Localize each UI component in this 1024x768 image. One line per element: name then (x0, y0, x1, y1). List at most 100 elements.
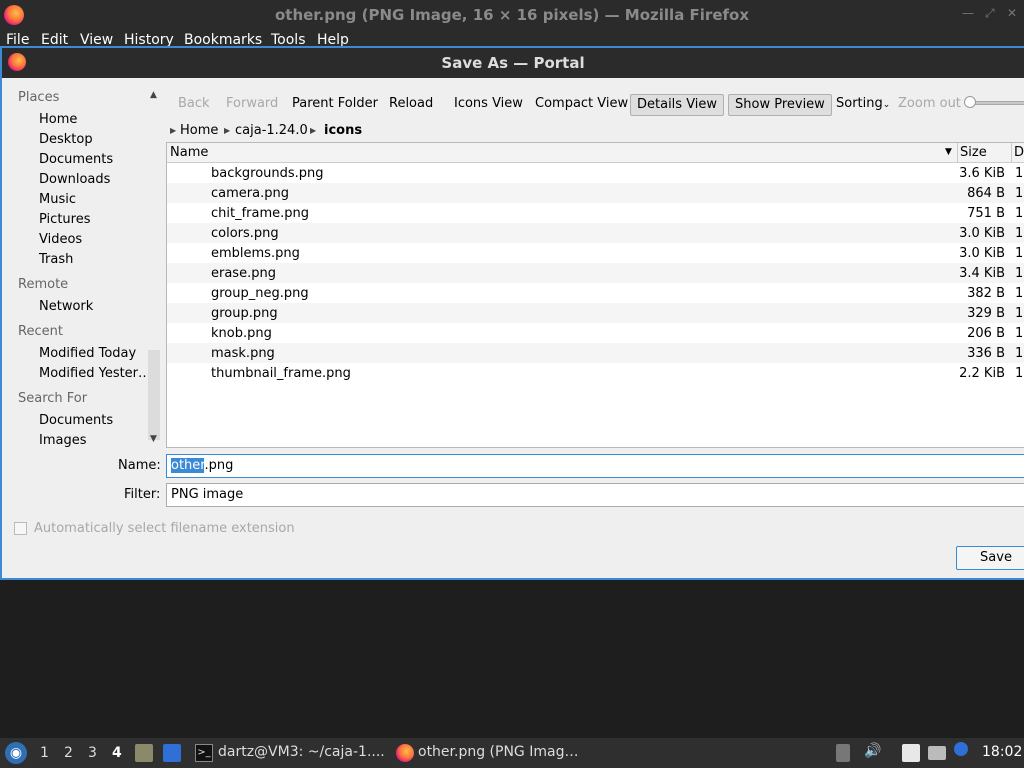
task-terminal[interactable]: dartz@VM3: ~/caja-1.... (218, 744, 385, 760)
file-size: 206 B (967, 326, 1005, 341)
file-size: 2.2 KiB (959, 366, 1005, 381)
scrollbar-thumb[interactable] (148, 350, 160, 440)
details-view-button[interactable]: Details View (630, 94, 725, 116)
file-date: 11 (1015, 166, 1024, 181)
file-row[interactable]: group_neg.png 382 B 11 (167, 283, 1024, 303)
filter-select[interactable]: PNG image (166, 483, 1024, 507)
scroll-up-icon[interactable]: ▲ (150, 90, 157, 100)
icons-view-button[interactable]: Icons View (448, 94, 529, 116)
window-title: other.png (PNG Image, 16 × 16 pixels) — … (274, 6, 750, 24)
firefox-titlebar: other.png (PNG Image, 16 × 16 pixels) — … (0, 0, 1024, 30)
file-row[interactable]: erase.png 3.4 KiB 11 (167, 263, 1024, 283)
file-date: 11 (1015, 286, 1024, 301)
compact-view-button[interactable]: Compact View (529, 94, 634, 116)
sidebar-item-search-documents[interactable]: Documents (39, 413, 113, 428)
sidebar-scrollbar[interactable]: ▲ ▼ (148, 88, 162, 448)
file-row[interactable]: chit_frame.png 751 B 11 (167, 203, 1024, 223)
filename-input[interactable]: other.png (166, 454, 1024, 478)
sidebar-item-trash[interactable]: Trash (39, 252, 73, 267)
file-manager-icon[interactable] (135, 744, 153, 762)
crumb-icons[interactable]: icons (324, 123, 362, 138)
file-date: 11 (1015, 186, 1024, 201)
file-toolbar: Back Forward Parent Folder Reload Icons … (168, 92, 1024, 118)
sort-desc-icon: ▼ (945, 147, 952, 157)
zoom-out-button[interactable]: Zoom out (892, 94, 967, 116)
file-size: 336 B (967, 346, 1005, 361)
scroll-down-icon[interactable]: ▼ (150, 434, 157, 444)
reload-button[interactable]: Reload (383, 94, 439, 116)
taskbar: ◉ 1 2 3 4 >_ dartz@VM3: ~/caja-1.... oth… (0, 738, 1024, 768)
start-menu-icon[interactable]: ◉ (5, 742, 27, 764)
places-header: Places (18, 90, 60, 105)
network-icon[interactable] (928, 746, 946, 760)
file-name: camera.png (211, 186, 289, 201)
file-date: 11 (1015, 206, 1024, 221)
sidebar-item-documents[interactable]: Documents (39, 152, 113, 167)
save-button[interactable]: Save (956, 546, 1024, 570)
sidebar-item-home[interactable]: Home (39, 112, 77, 127)
file-date: 11 (1015, 226, 1024, 241)
column-date[interactable]: Da (1014, 145, 1024, 160)
tray-upload-icon[interactable] (836, 744, 850, 762)
sidebar-item-desktop[interactable]: Desktop (39, 132, 93, 147)
column-name[interactable]: Name (170, 145, 208, 160)
workspace-3[interactable]: 3 (88, 745, 97, 761)
file-date: 11 (1015, 326, 1024, 341)
file-date: 11 (1015, 366, 1024, 381)
workspace-2[interactable]: 2 (64, 745, 73, 761)
sidebar-item-modified-today[interactable]: Modified Today (39, 346, 136, 361)
file-size: 382 B (967, 286, 1005, 301)
file-row[interactable]: camera.png 864 B 11 (167, 183, 1024, 203)
clipboard-icon[interactable] (902, 744, 920, 762)
zoom-slider-track[interactable] (970, 101, 1024, 105)
crumb-caja[interactable]: caja-1.24.0 (235, 123, 308, 138)
back-button[interactable]: Back (172, 94, 216, 116)
save-as-dialog: Save As — Portal Places Home Desktop Doc… (0, 46, 1024, 580)
search-for-header: Search For (18, 391, 88, 406)
sidebar-item-music[interactable]: Music (39, 192, 76, 207)
crumb-home[interactable]: Home (180, 123, 218, 138)
auto-extension-checkbox[interactable] (14, 522, 27, 535)
desktop-icon[interactable] (163, 744, 181, 762)
workspace-1[interactable]: 1 (40, 745, 49, 761)
filename-extension-text: .png (204, 458, 234, 473)
file-row[interactable]: backgrounds.png 3.6 KiB 11 (167, 163, 1024, 183)
file-row[interactable]: group.png 329 B 11 (167, 303, 1024, 323)
show-preview-button[interactable]: Show Preview (728, 94, 832, 116)
sidebar-item-modified-yesterday[interactable]: Modified Yester… (39, 366, 151, 381)
sidebar-item-network[interactable]: Network (39, 299, 93, 314)
file-name: chit_frame.png (211, 206, 310, 221)
firefox-icon (396, 744, 414, 762)
file-row[interactable]: thumbnail_frame.png 2.2 KiB 11 (167, 363, 1024, 383)
sidebar-item-search-images[interactable]: Images (39, 433, 87, 448)
minimize-icon[interactable]: — (962, 6, 974, 20)
notification-icon[interactable] (954, 742, 968, 756)
file-date: 11 (1015, 266, 1024, 281)
file-row[interactable]: emblems.png 3.0 KiB 11 (167, 243, 1024, 263)
file-name: group_neg.png (211, 286, 309, 301)
recent-header: Recent (18, 324, 63, 339)
volume-icon[interactable]: 🔊 (864, 743, 881, 759)
column-size[interactable]: Size (960, 145, 987, 160)
file-size: 3.0 KiB (959, 246, 1005, 261)
zoom-slider-knob[interactable] (964, 96, 976, 108)
sidebar-item-downloads[interactable]: Downloads (39, 172, 110, 187)
file-row[interactable]: knob.png 206 B 11 (167, 323, 1024, 343)
file-row[interactable]: mask.png 336 B 11 (167, 343, 1024, 363)
sidebar-item-videos[interactable]: Videos (39, 232, 82, 247)
sorting-label: Sorting (836, 96, 883, 111)
sorting-button[interactable]: Sorting⌄ (830, 94, 896, 116)
file-list: Name ▼ Size Da backgrounds.png3.6 KiB11 … (166, 142, 1024, 448)
column-separator[interactable] (957, 143, 958, 163)
parent-folder-button[interactable]: Parent Folder (286, 94, 384, 116)
sidebar-item-pictures[interactable]: Pictures (39, 212, 90, 227)
zoom-slider[interactable] (964, 96, 1024, 108)
close-icon[interactable]: ✕ (1007, 6, 1017, 20)
task-firefox[interactable]: other.png (PNG Imag… (418, 744, 578, 760)
column-separator[interactable] (1011, 143, 1012, 163)
workspace-4[interactable]: 4 (112, 745, 122, 761)
file-row[interactable]: colors.png 3.0 KiB 11 (167, 223, 1024, 243)
forward-button[interactable]: Forward (220, 94, 284, 116)
name-label: Name: (118, 458, 161, 473)
maximize-icon[interactable]: ⤢ (985, 6, 995, 21)
